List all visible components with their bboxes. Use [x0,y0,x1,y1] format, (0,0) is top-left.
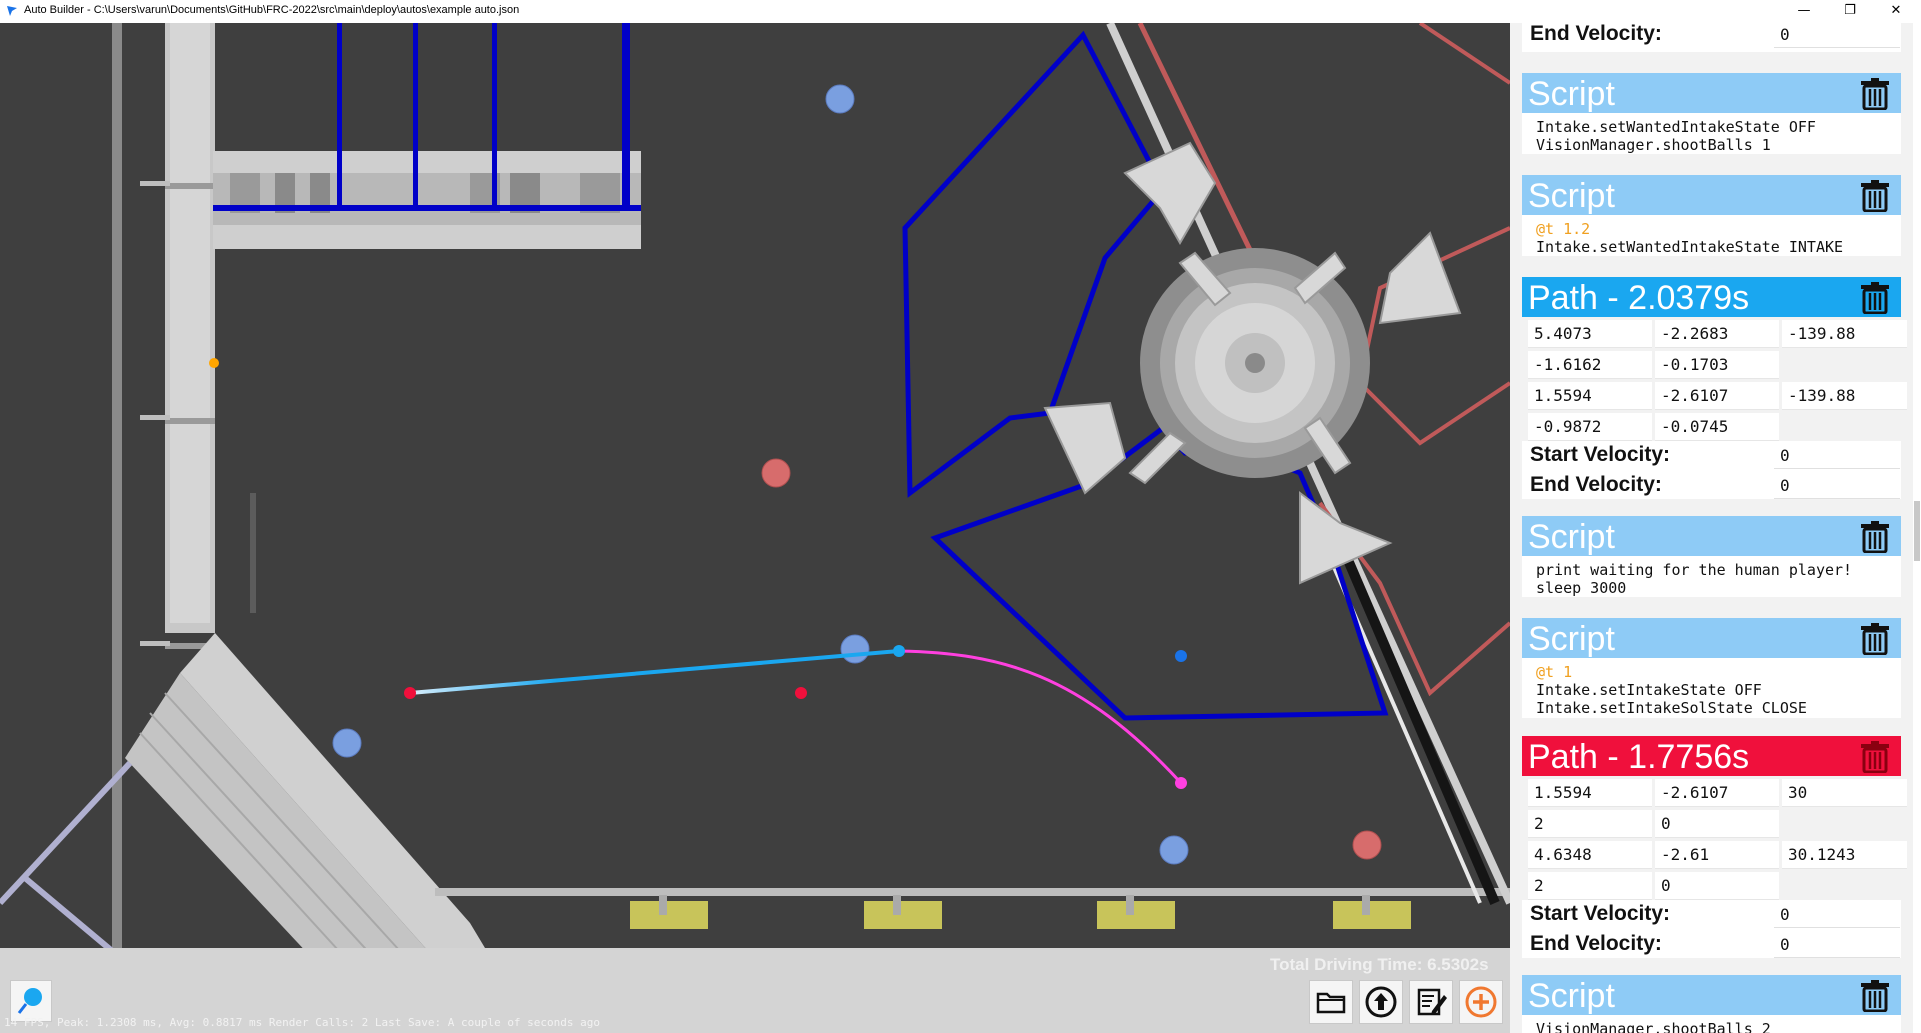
script-text[interactable]: @t 1.2 Intake.setWantedIntakeState INTAKE [1522,215,1901,260]
script-card-title: Script [1528,620,1615,658]
script-card-title: Script [1528,75,1615,113]
field-marker [209,358,219,368]
script-card-header[interactable]: Script [1522,975,1901,1015]
path-value-cell[interactable]: 1.5594 [1528,779,1652,807]
path-value-cell[interactable]: -2.61 [1655,841,1779,869]
trash-icon[interactable] [1859,281,1891,314]
path-point[interactable] [1175,777,1187,789]
upload-button[interactable] [1359,980,1403,1024]
path-value-cell[interactable]: -2.6107 [1655,779,1779,807]
script-text[interactable]: VisionManager.shootBalls 2 [1522,1015,1901,1033]
path-control-point[interactable] [795,687,807,699]
path-card-header[interactable]: Path - 2.0379s [1522,277,1901,317]
panel-scrollbar[interactable] [1913,23,1921,1033]
script-card-header[interactable]: Script [1522,516,1901,556]
path-value-cell[interactable]: 30.1243 [1782,841,1907,869]
close-button[interactable]: ✕ [1873,0,1919,22]
script-card[interactable]: Script @t 1.2 Intake.setWantedIntakeState… [1522,175,1901,256]
add-item-button[interactable] [1459,980,1503,1024]
script-text[interactable]: @t 1 Intake.setIntakeState OFF Intake.setI… [1522,658,1901,721]
trash-icon[interactable] [1859,979,1891,1012]
path-empty-cell [1782,810,1907,837]
path-value-cell[interactable]: 0 [1655,810,1779,838]
script-card-header[interactable]: Script [1522,618,1901,658]
script-card[interactable]: Script VisionManager.shootBalls 2 [1522,975,1901,1033]
path-value-cell[interactable]: -1.6162 [1528,351,1652,379]
path-card[interactable]: Path - 2.0379s 5.4073 -2.2683 -139.88 -1… [1522,277,1907,501]
script-text[interactable]: Intake.setWantedIntakeState OFF VisionMan… [1522,113,1901,158]
script-card[interactable]: Script Intake.setWantedIntakeState OFF Vi… [1522,73,1901,154]
end-velocity-row: End Velocity: 0 [1522,23,1901,52]
script-card-title: Script [1528,518,1615,556]
script-card[interactable]: Script @t 1 Intake.setIntakeState OFF Inta… [1522,618,1901,718]
end-velocity-row: End Velocity: 0 [1522,471,1901,501]
end-velocity-input[interactable]: 0 [1774,23,1900,48]
path-value-cell[interactable]: -2.2683 [1655,320,1779,348]
start-velocity-input[interactable]: 0 [1774,903,1900,928]
script-card-title: Script [1528,177,1615,215]
path-value-cell[interactable]: -0.0745 [1655,413,1779,441]
trash-icon[interactable] [1859,520,1891,553]
status-bar: 14 FPS, Peak: 1.2308 ms, Avg: 0.8817 ms … [4,1016,601,1029]
path-empty-cell [1782,413,1907,440]
edit-notes-icon [1417,988,1447,1016]
path-value-cell[interactable]: 2 [1528,810,1652,838]
path-empty-cell [1782,872,1907,899]
script-card-title: Script [1528,977,1615,1015]
maximize-button[interactable]: ❐ [1827,0,1873,22]
open-file-button[interactable] [1309,980,1353,1024]
path-value-cell[interactable]: -139.88 [1782,382,1907,410]
script-card-header[interactable]: Script [1522,73,1901,113]
path-card-header[interactable]: Path - 1.7756s [1522,736,1901,776]
auto-items-panel[interactable]: End Velocity: 0 Script Intake.setWantedI… [1510,23,1913,1033]
total-driving-time: Total Driving Time: 6.5302s [1270,955,1489,974]
path-value-cell[interactable]: 30 [1782,779,1907,807]
add-icon [1465,986,1497,1018]
start-velocity-label: Start Velocity: [1530,443,1671,466]
start-velocity-row: Start Velocity: 0 [1522,441,1901,471]
field-canvas[interactable] [0,23,1510,1033]
app-icon [7,6,17,16]
minimize-button[interactable]: — [1781,0,1827,22]
end-velocity-input[interactable]: 0 [1774,474,1900,499]
path-value-cell[interactable]: -139.88 [1782,320,1907,348]
path-control-point[interactable] [1175,650,1187,662]
path-value-cell[interactable]: -0.9872 [1528,413,1652,441]
trash-icon[interactable] [1859,179,1891,212]
path-value-cell[interactable]: 0 [1655,872,1779,900]
folder-icon [1316,992,1346,1014]
trash-icon[interactable] [1859,77,1891,110]
path-point[interactable] [893,645,905,657]
path-point[interactable] [404,687,416,699]
window-title: Auto Builder - C:\Users\varun\Documents\… [24,4,520,16]
script-text[interactable]: print waiting for the human player! sleep… [1522,556,1901,601]
script-card[interactable]: Script print waiting for the human playe… [1522,516,1901,597]
path-card[interactable]: Path - 1.7756s 1.5594 -2.6107 30 2 0 4.6… [1522,736,1907,960]
path-value-cell[interactable]: 4.6348 [1528,841,1652,869]
path-value-cell[interactable]: 5.4073 [1528,320,1652,348]
end-velocity-label: End Velocity: [1530,932,1662,955]
end-velocity-label: End Velocity: [1530,473,1662,496]
script-card-header[interactable]: Script [1522,175,1901,215]
trash-icon[interactable] [1859,740,1891,773]
path-value-cell[interactable]: 2 [1528,872,1652,900]
path-card-title: Path - 2.0379s [1528,279,1750,317]
scrollbar-thumb[interactable] [1914,501,1920,561]
path-value-cell[interactable]: -0.1703 [1655,351,1779,379]
path-empty-cell [1782,351,1907,378]
path-card-title: Path - 1.7756s [1528,738,1750,776]
start-velocity-input[interactable]: 0 [1774,444,1900,469]
start-velocity-label: Start Velocity: [1530,902,1671,925]
upload-icon [1365,986,1397,1018]
end-velocity-label: End Velocity: [1530,23,1662,45]
end-velocity-input[interactable]: 0 [1774,933,1900,958]
edit-notes-button[interactable] [1409,980,1453,1024]
path-value-cell[interactable]: 1.5594 [1528,382,1652,410]
magnifier-icon [17,988,42,1014]
start-velocity-row: Start Velocity: 0 [1522,900,1901,930]
path-value-cell[interactable]: -2.6107 [1655,382,1779,410]
trash-icon[interactable] [1859,622,1891,655]
title-bar: Auto Builder - C:\Users\varun\Documents\… [0,0,1921,24]
end-velocity-row: End Velocity: 0 [1522,930,1901,960]
